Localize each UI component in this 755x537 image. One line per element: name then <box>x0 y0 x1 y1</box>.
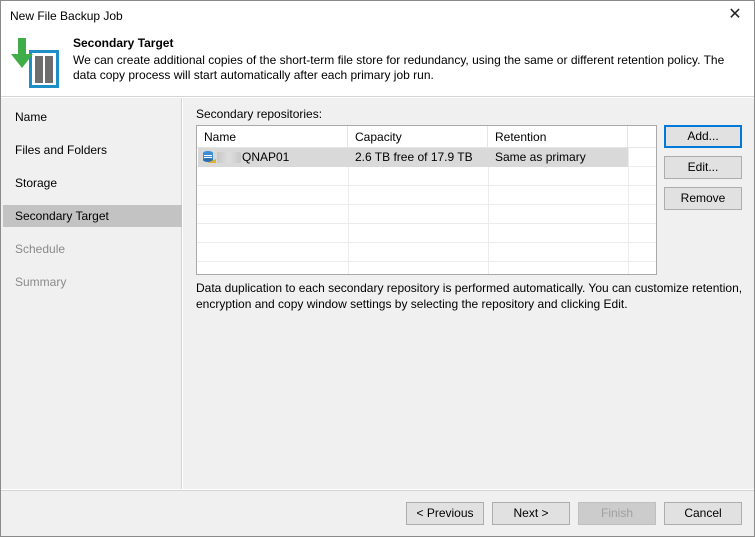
step-description: We can create additional copies of the s… <box>73 53 725 82</box>
empty-row <box>197 167 656 186</box>
column-header-capacity[interactable]: Capacity <box>348 126 488 148</box>
close-icon[interactable]: ✕ <box>726 6 744 24</box>
remove-button[interactable]: Remove <box>664 187 742 210</box>
edit-button[interactable]: Edit... <box>664 156 742 179</box>
sidebar-item-files-and-folders[interactable]: Files and Folders <box>3 139 182 161</box>
wizard-footer: < Previous Next > Finish Cancel <box>1 490 754 536</box>
main-content: Secondary repositories: Name Capacity Re… <box>183 98 754 489</box>
sidebar-item-schedule: Schedule <box>15 242 66 256</box>
empty-row <box>197 224 656 243</box>
sidebar-item-summary: Summary <box>15 275 67 289</box>
backup-job-icon <box>11 38 59 88</box>
repository-name: QNAP01 <box>242 150 290 164</box>
finish-button: Finish <box>578 502 656 525</box>
previous-button[interactable]: < Previous <box>406 502 484 525</box>
info-text: Data duplication to each secondary repos… <box>196 281 743 311</box>
sidebar-item-secondary-target[interactable]: Secondary Target <box>3 205 182 227</box>
list-header: Name Capacity Retention <box>197 126 656 148</box>
sidebar-item-name[interactable]: Name <box>3 106 182 128</box>
table-row[interactable]: QNAP01 2.6 TB free of 17.9 TB Same as pr… <box>197 148 656 167</box>
step-title: Secondary Target <box>73 36 174 50</box>
sidebar-item-storage[interactable]: Storage <box>3 172 182 194</box>
empty-row <box>197 243 656 262</box>
window-title: New File Backup Job <box>10 9 123 23</box>
empty-row <box>197 186 656 205</box>
repository-icon <box>203 151 216 163</box>
empty-row <box>197 205 656 224</box>
column-header-name[interactable]: Name <box>197 126 348 148</box>
repository-capacity: 2.6 TB free of 17.9 TB <box>355 150 473 164</box>
cancel-button[interactable]: Cancel <box>664 502 742 525</box>
add-button[interactable]: Add... <box>664 125 742 148</box>
secondary-repositories-label: Secondary repositories: <box>196 107 323 121</box>
wizard-header: Secondary Target We can create additiona… <box>1 31 754 97</box>
next-button[interactable]: Next > <box>492 502 570 525</box>
title-bar: New File Backup Job ✕ <box>1 1 754 31</box>
repository-retention: Same as primary <box>495 150 586 164</box>
column-header-retention[interactable]: Retention <box>488 126 628 148</box>
new-file-backup-job-window: New File Backup Job ✕ Secondary Target W… <box>0 0 755 537</box>
secondary-repositories-list[interactable]: Name Capacity Retention QNAP01 2.6 TB fr… <box>196 125 657 275</box>
wizard-steps-sidebar: Name Files and Folders Storage Secondary… <box>1 98 182 489</box>
